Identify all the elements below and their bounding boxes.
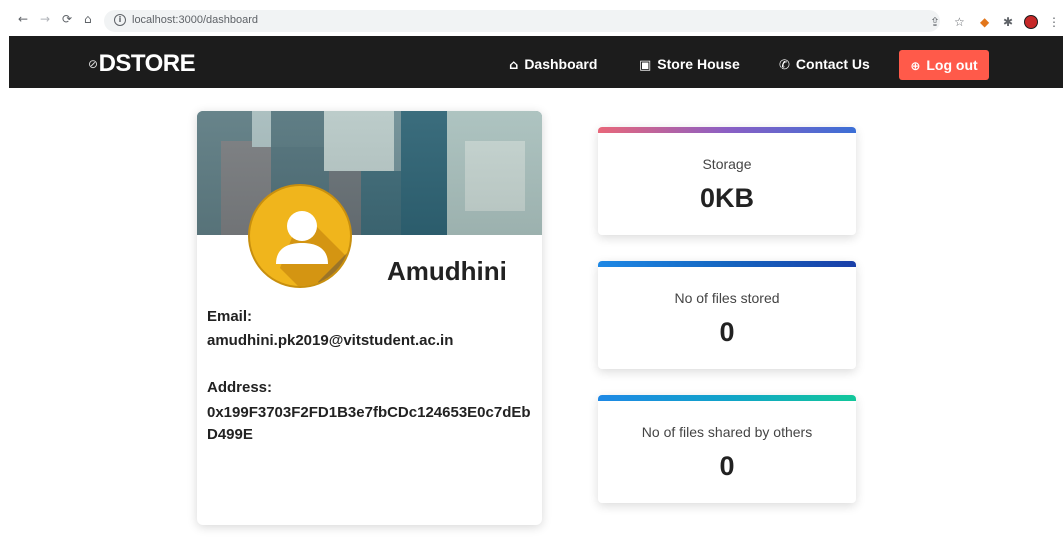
storage-card: Storage 0KB [598, 127, 856, 235]
email-value: amudhini.pk2019@vitstudent.ac.in [207, 332, 454, 349]
home-icon[interactable]: ⌂ [84, 13, 92, 25]
nav-contact-us[interactable]: ✆ Contact Us [779, 56, 870, 73]
home-icon: ⌂ [509, 58, 519, 73]
user-avatar-icon [248, 184, 352, 288]
browser-toolbar: ← → ⟳ ⌂ i localhost:3000/dashboard ⇪ ☆ ◆… [0, 0, 1063, 36]
info-icon[interactable]: i [114, 14, 126, 26]
profile-avatar-icon[interactable] [1024, 15, 1038, 29]
files-stored-card: No of files stored 0 [598, 261, 856, 369]
brand-text: DSTORE [98, 50, 196, 77]
forward-icon[interactable]: → [40, 13, 50, 25]
back-icon[interactable]: ← [18, 13, 28, 25]
files-shared-card: No of files shared by others 0 [598, 395, 856, 503]
reload-icon[interactable]: ⟳ [62, 13, 72, 25]
files-stored-label: No of files stored [674, 290, 780, 306]
phone-icon: ✆ [779, 58, 790, 73]
files-shared-value: 0 [719, 451, 735, 481]
user-plus-icon: ⊕ [910, 59, 921, 73]
share-icon[interactable]: ⇪ [930, 16, 940, 28]
files-shared-card-accent [598, 395, 856, 401]
brand-logo[interactable]: ⊘DSTORE [88, 50, 196, 78]
profile-name: Amudhini [387, 256, 507, 286]
email-label: Email: [207, 308, 253, 325]
storage-card-accent [598, 127, 856, 133]
logout-button[interactable]: ⊕ Log out [899, 50, 989, 80]
bookmark-star-icon[interactable]: ☆ [954, 16, 965, 28]
nav-dashboard[interactable]: ⌂ Dashboard [509, 56, 597, 73]
metamask-extension-icon[interactable]: ◆ [980, 16, 989, 28]
address-bar[interactable]: i localhost:3000/dashboard [104, 10, 940, 32]
top-navbar: ⊘DSTORE ⌂ Dashboard ▣ Store House ✆ Contact… [9, 36, 1063, 88]
nav-store-house[interactable]: ▣ Store House [639, 56, 740, 73]
logout-label: Log out [926, 57, 978, 73]
url-text[interactable]: localhost:3000/dashboard [132, 14, 258, 26]
files-shared-label: No of files shared by others [641, 424, 813, 440]
briefcase-icon: ▣ [639, 58, 652, 73]
address-label: Address: [207, 379, 273, 396]
storage-value: 0KB [699, 183, 754, 213]
address-value: 0x199F3703F2FD1B3e7fbCDc124653E0c7dEbD49… [207, 404, 531, 443]
files-stored-value: 0 [719, 317, 735, 347]
files-stored-card-accent [598, 261, 856, 267]
nav-store-house-label: Store House [657, 56, 740, 72]
profile-cover-image [197, 111, 542, 235]
nav-contact-us-label: Contact Us [795, 56, 870, 72]
nav-dashboard-label: Dashboard [524, 56, 598, 72]
brand-leaf-icon: ⊘ [88, 57, 98, 71]
browser-menu-icon[interactable]: ⋮ [1048, 16, 1060, 28]
profile-card: Amudhini Email: amudhini.pk2019@vitstude… [197, 111, 542, 525]
extensions-puzzle-icon[interactable]: ✱ [1003, 16, 1013, 28]
storage-label: Storage [702, 156, 752, 172]
